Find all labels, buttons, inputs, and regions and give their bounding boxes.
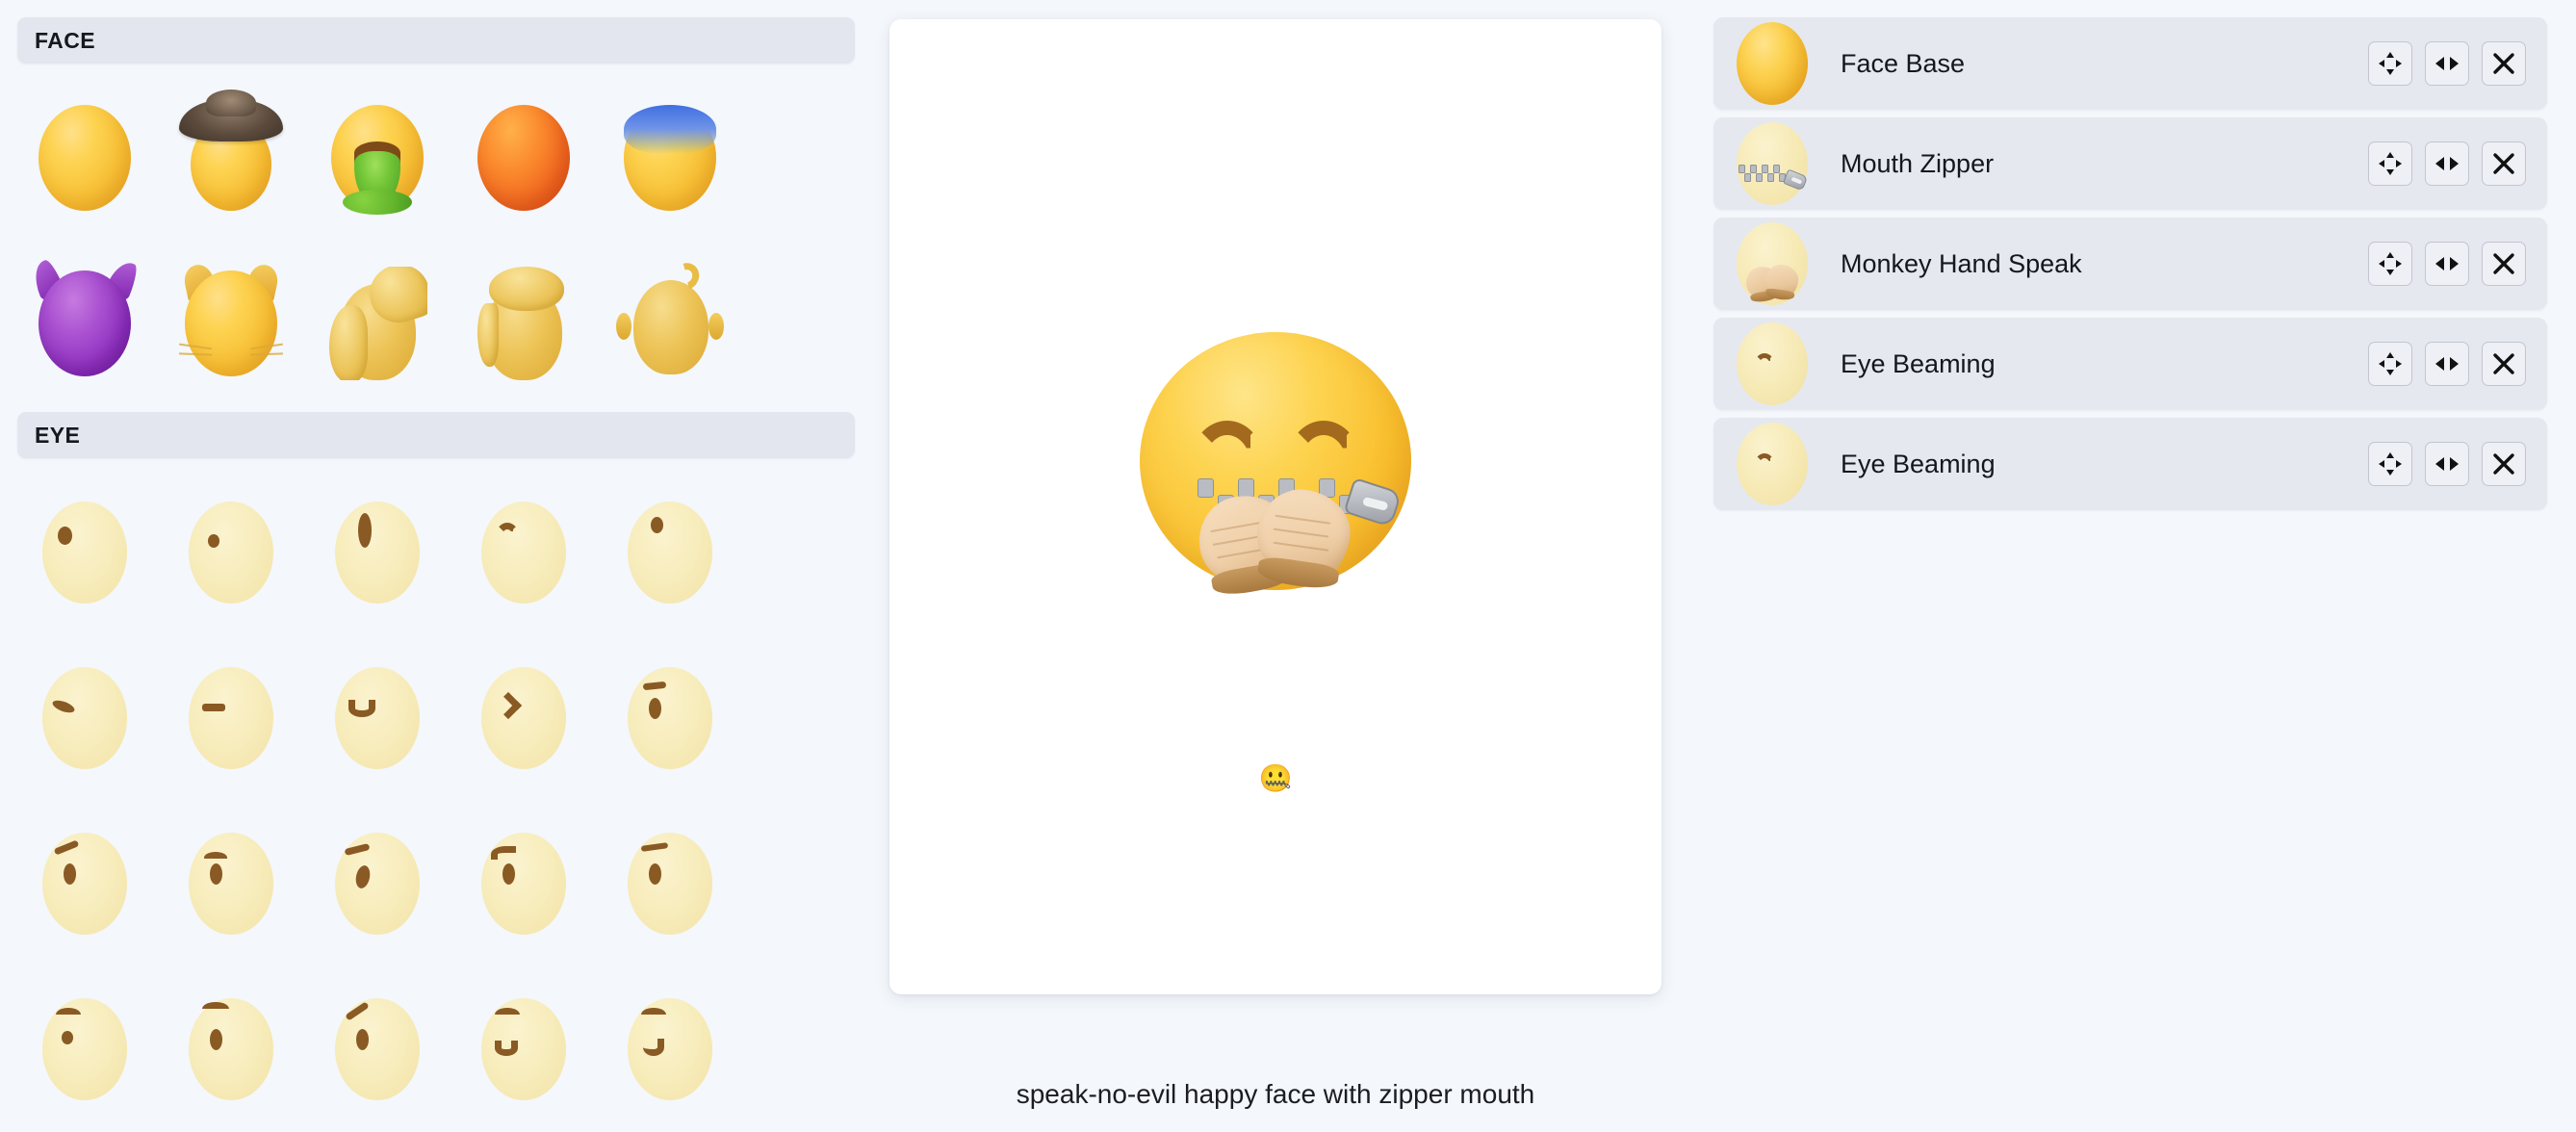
eye-part-15[interactable] <box>12 966 158 1132</box>
face-part-ball-cat[interactable] <box>158 241 304 406</box>
layer-actions <box>2368 342 2526 386</box>
flip-layer-button[interactable] <box>2425 41 2469 86</box>
flip-icon <box>2434 154 2460 173</box>
move-icon <box>2378 51 2403 76</box>
move-layer-button[interactable] <box>2368 442 2412 486</box>
eye-part-17[interactable] <box>304 966 451 1132</box>
layer-actions <box>2368 442 2526 486</box>
layer-thumbnail <box>1731 122 1814 205</box>
eye-part-3[interactable] <box>451 470 597 635</box>
eye-part-1[interactable] <box>158 470 304 635</box>
eye-part-19[interactable] <box>597 966 743 1132</box>
eye-part-18[interactable] <box>451 966 597 1132</box>
move-icon <box>2378 151 2403 176</box>
move-layer-button[interactable] <box>2368 41 2412 86</box>
layer-row[interactable]: Monkey Hand Speak <box>1713 218 2547 310</box>
flip-icon <box>2434 354 2460 373</box>
layer-row[interactable]: Eye Beaming <box>1713 318 2547 410</box>
eye-part-13[interactable] <box>451 801 597 966</box>
eye-part-14[interactable] <box>597 801 743 966</box>
eye-part-5[interactable] <box>12 635 158 801</box>
face-part-hair-a[interactable] <box>304 241 451 406</box>
close-icon <box>2492 252 2515 275</box>
eye-part-10[interactable] <box>12 801 158 966</box>
face-part-hair-b[interactable] <box>451 241 597 406</box>
layer-row[interactable]: Eye Beaming <box>1713 418 2547 510</box>
eye-part-0[interactable] <box>12 470 158 635</box>
layer-thumbnail <box>1731 322 1814 405</box>
face-part-grid <box>0 64 876 412</box>
parts-panel[interactable]: FACE EYE <box>0 0 876 1132</box>
move-icon <box>2378 351 2403 376</box>
section-title-eye: EYE <box>35 422 81 448</box>
face-part-hair-c[interactable] <box>597 241 743 406</box>
close-layer-button[interactable] <box>2482 142 2526 186</box>
layer-name: Face Base <box>1841 48 1966 78</box>
face-part-ball-devil[interactable] <box>12 241 158 406</box>
close-icon <box>2492 352 2515 375</box>
close-icon <box>2492 52 2515 75</box>
flip-layer-button[interactable] <box>2425 242 2469 286</box>
section-header-eye: EYE <box>17 412 855 458</box>
layer-thumbnail <box>1731 22 1814 105</box>
close-layer-button[interactable] <box>2482 242 2526 286</box>
layer-name: Mouth Zipper <box>1841 148 1995 178</box>
section-header-face: FACE <box>17 17 855 64</box>
eye-part-6[interactable] <box>158 635 304 801</box>
move-layer-button[interactable] <box>2368 142 2412 186</box>
close-icon <box>2492 452 2515 476</box>
parts-scroll-area[interactable]: FACE EYE <box>0 0 876 1132</box>
layer-actions <box>2368 41 2526 86</box>
flip-icon <box>2434 254 2460 273</box>
move-icon <box>2378 251 2403 276</box>
monkey-hand-speak-layer <box>1192 483 1356 599</box>
eye-part-12[interactable] <box>304 801 451 966</box>
flip-layer-button[interactable] <box>2425 342 2469 386</box>
move-layer-button[interactable] <box>2368 242 2412 286</box>
flip-icon <box>2434 454 2460 474</box>
emoji-canvas[interactable]: 🤐 <box>889 19 1662 994</box>
eye-part-8[interactable] <box>451 635 597 801</box>
face-part-ball-orange[interactable] <box>451 75 597 241</box>
layer-actions <box>2368 142 2526 186</box>
mini-preview-emoji: 🤐 <box>1258 763 1293 793</box>
layers-panel: Face Base Mouth Zipper Monkey Hand Speak Ey… <box>1675 0 2576 1132</box>
layer-name: Eye Beaming <box>1841 449 1996 478</box>
eye-part-4[interactable] <box>597 470 743 635</box>
layer-row[interactable]: Face Base <box>1713 17 2547 110</box>
section-title-face: FACE <box>35 27 95 53</box>
move-icon <box>2378 451 2403 476</box>
close-layer-button[interactable] <box>2482 442 2526 486</box>
flip-layer-button[interactable] <box>2425 142 2469 186</box>
move-layer-button[interactable] <box>2368 342 2412 386</box>
composed-emoji[interactable] <box>1140 332 1411 604</box>
layer-actions <box>2368 242 2526 286</box>
eye-part-11[interactable] <box>158 801 304 966</box>
face-part-ball-vomit[interactable] <box>304 75 451 241</box>
eye-part-7[interactable] <box>304 635 451 801</box>
layer-thumbnail <box>1731 222 1814 305</box>
layer-thumbnail <box>1731 423 1814 505</box>
emoji-builder-app: FACE EYE 🤐 speak-no-evil happy face with… <box>0 0 2576 1132</box>
canvas-column: 🤐 speak-no-evil happy face with zipper m… <box>876 0 1675 1132</box>
flip-icon <box>2434 54 2460 73</box>
face-part-ball-yellow[interactable] <box>12 75 158 241</box>
canvas-caption: speak-no-evil happy face with zipper mou… <box>1016 1079 1535 1109</box>
eye-part-9[interactable] <box>597 635 743 801</box>
layer-name: Monkey Hand Speak <box>1841 248 2082 278</box>
close-layer-button[interactable] <box>2482 342 2526 386</box>
face-part-ball-halfblue[interactable] <box>597 75 743 241</box>
eye-part-2[interactable] <box>304 470 451 635</box>
layer-name: Eye Beaming <box>1841 348 1996 378</box>
face-part-ball-hat[interactable] <box>158 75 304 241</box>
eye-part-16[interactable] <box>158 966 304 1132</box>
close-layer-button[interactable] <box>2482 41 2526 86</box>
layer-row[interactable]: Mouth Zipper <box>1713 117 2547 210</box>
flip-layer-button[interactable] <box>2425 442 2469 486</box>
eye-part-grid <box>0 458 876 1132</box>
close-icon <box>2492 152 2515 175</box>
